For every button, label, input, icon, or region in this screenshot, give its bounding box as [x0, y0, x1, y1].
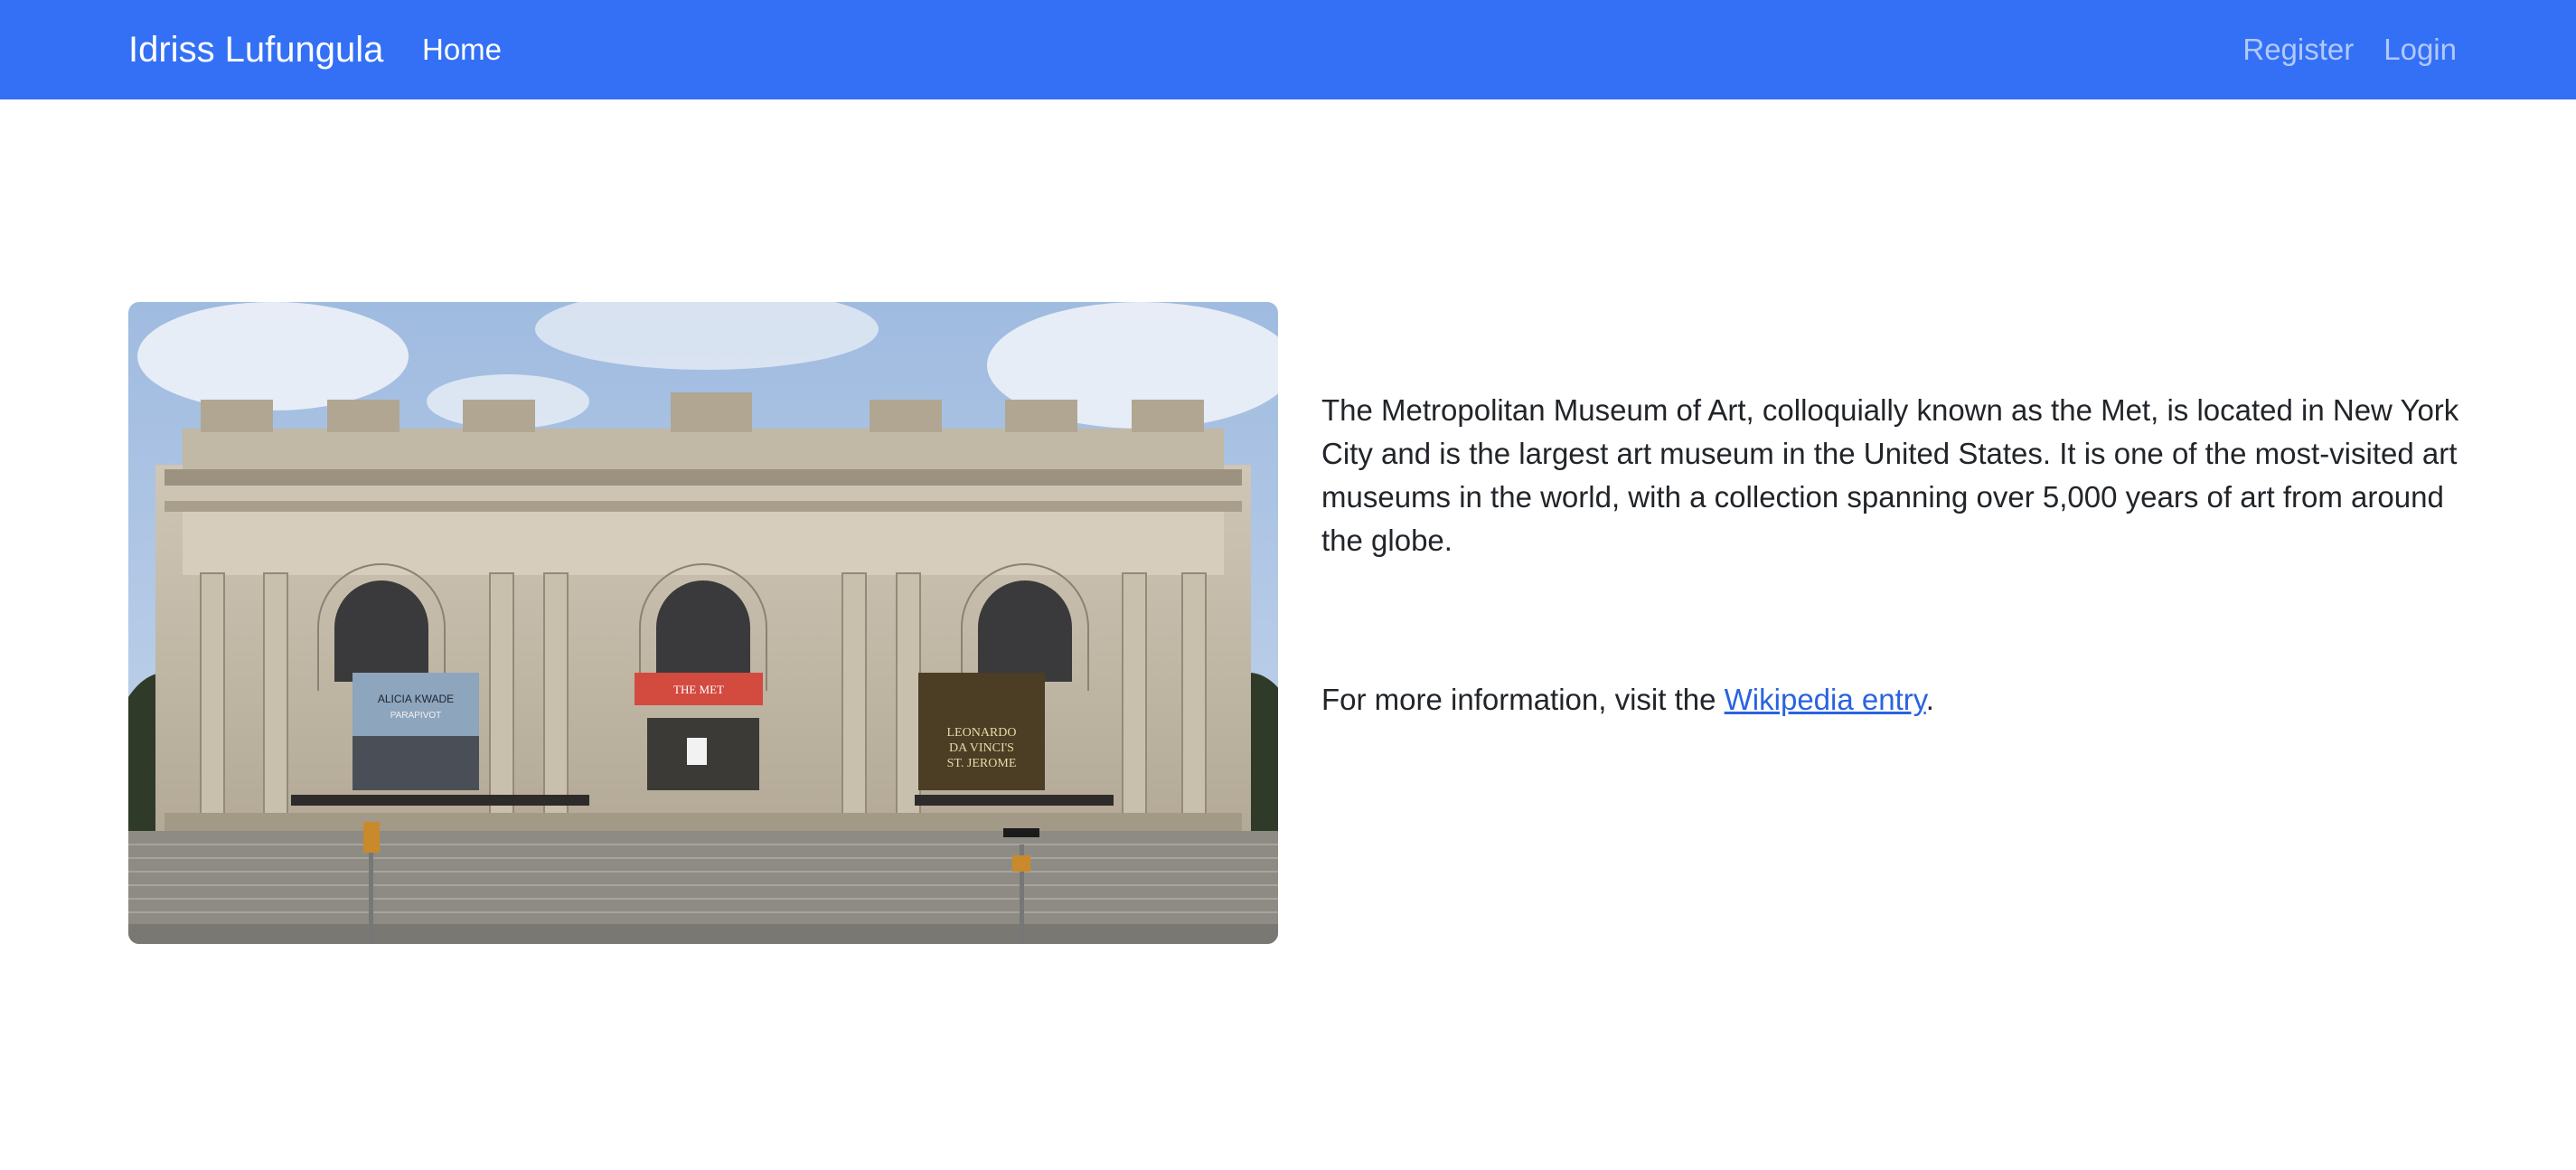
more-info-text: For more information, visit the Wikipedi…: [1321, 678, 2460, 722]
brand-link[interactable]: Idriss Lufungula: [128, 24, 383, 75]
banner-center-title: THE MET: [673, 683, 724, 696]
wikipedia-link[interactable]: Wikipedia entry: [1725, 683, 1926, 716]
more-info-prefix: For more information, visit the: [1321, 683, 1725, 716]
banner-left-subtitle: PARAPIVOT: [390, 711, 442, 721]
more-info-suffix: .: [1925, 683, 1934, 716]
met-facade-illustration: ALICIA KWADE PARAPIVOT THE MET LEONARDO …: [128, 302, 1278, 944]
banner-right-line3: ST. JEROME: [947, 757, 1017, 770]
met-museum-image: ALICIA KWADE PARAPIVOT THE MET LEONARDO …: [128, 302, 1278, 944]
register-link[interactable]: Register: [2242, 30, 2354, 70]
auth-links: Register Login: [2242, 30, 2457, 70]
museum-description: The Metropolitan Museum of Art, colloqui…: [1321, 393, 2459, 557]
login-link[interactable]: Login: [2383, 30, 2457, 70]
banner-left-title: ALICIA KWADE: [378, 693, 454, 705]
banner-right-line1: LEONARDO: [947, 726, 1017, 740]
nav-home-link[interactable]: Home: [422, 30, 502, 70]
museum-info: The Metropolitan Museum of Art, colloqui…: [1321, 389, 2460, 722]
banner-right-line2: DA VINCI'S: [949, 741, 1014, 755]
top-navbar: Idriss Lufungula Home Register Login: [0, 0, 2576, 99]
